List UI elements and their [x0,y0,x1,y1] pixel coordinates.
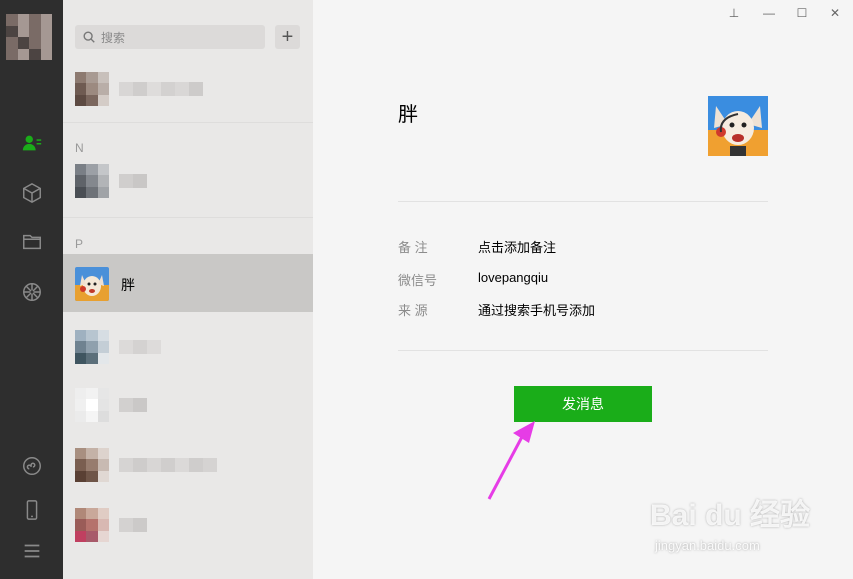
contact-avatar-large[interactable] [708,96,768,156]
source-value: 通过搜索手机号添加 [478,303,596,318]
contact-name-blurred [119,174,147,188]
pin-icon[interactable]: ⊥ [727,6,741,20]
list-item[interactable] [63,376,313,434]
phone-icon[interactable] [19,497,45,523]
list-item[interactable] [63,318,313,376]
divider [398,350,768,351]
contact-name-blurred [119,518,147,532]
menu-icon[interactable] [19,538,45,564]
add-contact-button[interactable]: + [275,25,300,49]
selected-contact-row[interactable]: 胖 [63,254,313,312]
contact-name-blurred [119,398,147,412]
contact-name-blurred [119,82,203,96]
search-placeholder: 搜索 [101,30,126,45]
list-item[interactable] [63,436,313,494]
close-button[interactable]: ✕ [828,6,842,20]
remark-value[interactable]: 点击添加备注 [478,237,556,256]
contact-name: 胖 [121,277,135,293]
list-item[interactable] [63,496,313,554]
list-item[interactable] [63,152,313,210]
divider [63,122,313,123]
divider [63,217,313,218]
contact-detail-pane: ⊥ — ☐ ✕ 胖 备 注 点击添加备注 微信号 lovepangqiu 来 源… [313,0,853,579]
avatar [75,164,109,198]
avatar [75,448,109,482]
avatar [75,267,109,301]
remark-label: 备 注 [398,240,428,255]
user-avatar[interactable] [6,14,52,60]
search-icon [83,31,95,43]
avatar [75,72,109,106]
annotation-arrow [487,421,535,500]
plus-icon: + [281,26,294,48]
divider [398,201,768,202]
avatar [75,330,109,364]
folder-icon[interactable] [19,229,45,255]
contact-name-blurred [119,458,217,472]
section-letter-p: P [75,237,84,251]
source-label: 来 源 [398,303,428,318]
maximize-button[interactable]: ☐ [795,6,809,20]
list-item[interactable] [63,60,313,118]
favorites-box-icon[interactable] [19,180,45,206]
wechat-id-value: lovepangqiu [478,270,549,285]
avatar [75,388,109,422]
avatar [75,508,109,542]
search-input[interactable]: 搜索 [75,25,265,49]
contact-name-blurred [119,340,161,354]
contacts-icon[interactable] [19,130,45,156]
contact-list-pane: 搜索 + N P 胖 [63,0,313,579]
minimize-button[interactable]: — [762,6,776,20]
moments-icon[interactable] [19,279,45,305]
nav-bar [0,0,63,579]
wechat-id-label: 微信号 [398,273,438,288]
contact-title: 胖 [398,104,418,126]
miniprogram-icon[interactable] [19,453,45,479]
